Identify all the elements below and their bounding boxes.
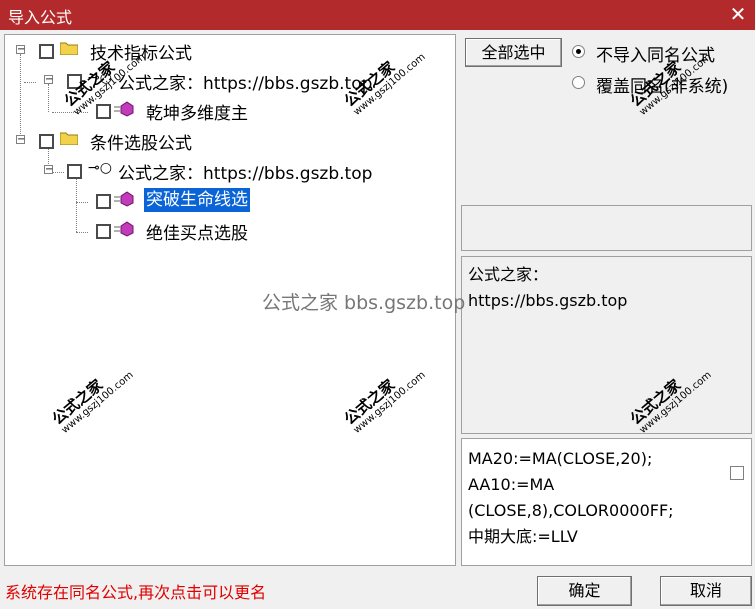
close-icon[interactable]: ✕: [721, 0, 755, 30]
cancel-button[interactable]: 取消: [660, 576, 752, 606]
checkbox-icon[interactable]: [67, 164, 82, 179]
status-message: 系统存在同名公式,再次点击可以更名: [5, 583, 267, 602]
tree-node-formula-3[interactable]: 绝佳买点选股: [146, 219, 248, 244]
code-line: 中期大底:=LLV: [468, 527, 578, 546]
formula-icon: [114, 101, 134, 117]
tree-node-formula-1[interactable]: 乾坤多维度主: [146, 99, 248, 124]
name-field-box[interactable]: [461, 205, 752, 251]
tree-connector: [76, 176, 77, 232]
tree-connector: [52, 172, 64, 173]
tree-connector: [24, 82, 36, 83]
checkbox-icon[interactable]: [39, 134, 54, 149]
tree-node-stock-selection[interactable]: 条件选股公式: [90, 129, 192, 154]
tree-node-source-1[interactable]: 公式之家：https://bbs.gszb.top: [118, 69, 372, 94]
code-line: AA10:=MA: [468, 475, 555, 494]
checkbox-icon[interactable]: [96, 224, 111, 239]
code-line: MA20:=MA(CLOSE,20);: [468, 449, 653, 468]
collapse-toggle[interactable]: −: [16, 45, 25, 55]
collapse-toggle[interactable]: −: [16, 135, 25, 145]
code-checkbox[interactable]: [730, 466, 744, 480]
tree-node-formula-2[interactable]: 突破生命线选: [144, 188, 250, 212]
tree-connector: [20, 54, 21, 142]
collapse-toggle[interactable]: −: [44, 165, 53, 175]
checkbox-icon[interactable]: [96, 194, 111, 209]
info-line-1: 公式之家：: [468, 265, 549, 284]
key-icon: ⊸○: [88, 160, 112, 176]
tree-connector: [76, 202, 88, 203]
window-title: 导入公式: [8, 8, 73, 27]
folder-icon: [60, 42, 78, 55]
collapse-toggle[interactable]: −: [44, 75, 53, 85]
ok-button[interactable]: 确定: [537, 576, 632, 606]
radio-overwrite[interactable]: [572, 76, 585, 89]
info-line-2: https://bbs.gszb.top: [468, 291, 628, 310]
formula-icon: [114, 221, 134, 237]
select-all-button[interactable]: 全部选中: [465, 38, 562, 67]
tree-node-source-2[interactable]: 公式之家：https://bbs.gszb.top: [118, 159, 372, 184]
folder-icon: [60, 132, 78, 145]
tree-connector: [48, 84, 49, 112]
info-text: 公式之家： https://bbs.gszb.top: [468, 262, 627, 314]
watermark-center: 公式之家 bbs.gszb.top: [262, 292, 466, 314]
title-bar: 导入公式 ✕: [0, 0, 755, 30]
formula-code-text: MA20:=MA(CLOSE,20); AA10:=MA (CLOSE,8),C…: [468, 446, 708, 550]
tree-connector: [76, 232, 88, 233]
radio-no-import[interactable]: [572, 45, 585, 58]
checkbox-icon[interactable]: [96, 104, 111, 119]
checkbox-icon[interactable]: [39, 44, 54, 59]
code-line: (CLOSE,8),COLOR0000FF;: [468, 501, 674, 520]
formula-icon: [114, 191, 134, 207]
